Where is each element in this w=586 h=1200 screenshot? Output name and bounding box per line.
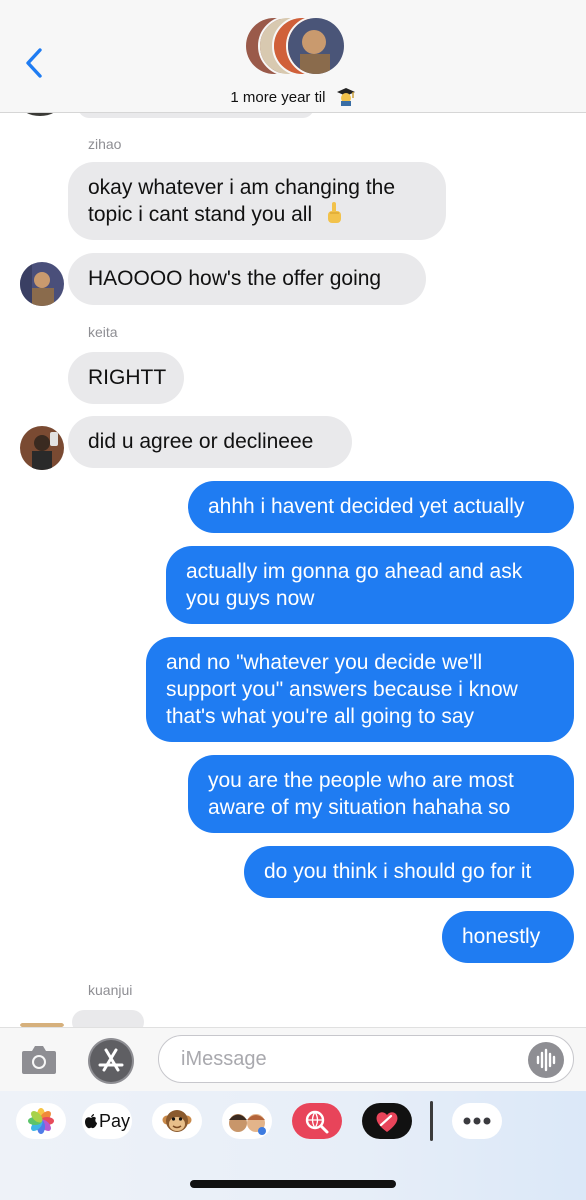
waveform-icon (536, 1048, 556, 1072)
message-composer (0, 1027, 586, 1092)
message-bubble-outgoing[interactable]: honestly (442, 911, 574, 963)
app-store-icon (90, 1040, 132, 1082)
avatar (20, 262, 64, 306)
apple-pay-label: Pay (98, 1110, 131, 1131)
message-bubble-incoming[interactable]: HAOOOO how's the offer going (68, 253, 426, 305)
digital-touch-button[interactable] (362, 1103, 412, 1139)
memoji-icon (229, 1114, 266, 1135)
message-text: did u agree or declineee (88, 430, 314, 453)
camera-icon (22, 1046, 56, 1074)
group-name-button[interactable]: 1 more year til (0, 86, 586, 106)
message-text: RIGHTT (88, 366, 167, 389)
more-icon (463, 1117, 491, 1125)
photos-app-button[interactable] (16, 1103, 66, 1139)
message-bubble-outgoing[interactable]: ahhh i havent decided yet actually (188, 481, 574, 533)
monkey-emoji-icon (162, 1110, 192, 1132)
message-text: aware of my situation hahaha so (208, 796, 511, 819)
audio-message-button[interactable] (528, 1042, 564, 1078)
message-bubble-outgoing[interactable]: actually im gonna go ahead and ask you g… (166, 546, 574, 624)
graduation-cap-icon (336, 88, 355, 106)
message-text: support you" answers because i know (166, 678, 518, 701)
home-indicator[interactable] (190, 1180, 396, 1188)
message-text: okay whatever i am changing the (88, 176, 396, 199)
message-text: do you think i should go for it (264, 860, 532, 883)
conversation-header: 1 more year til (0, 0, 586, 113)
message-text: HAOOOO how's the offer going (88, 267, 382, 290)
message-text: you are the people who are most (208, 769, 514, 792)
camera-button[interactable] (20, 1042, 58, 1076)
message-bubble-incoming[interactable]: RIGHTT (68, 352, 184, 404)
chat-transcript[interactable]: zihao okay whatever i am changing the to… (0, 0, 586, 1030)
web-search-button[interactable] (292, 1103, 342, 1139)
memoji-stickers-button[interactable] (222, 1103, 272, 1139)
message-text: and no "whatever you decide we'll (166, 651, 483, 674)
back-button[interactable] (20, 44, 50, 84)
message-bubble-outgoing[interactable]: you are the people who are most aware of… (188, 755, 574, 833)
message-text: honestly (462, 925, 541, 948)
photos-icon (28, 1108, 54, 1134)
app-store-button[interactable] (88, 1038, 134, 1084)
message-text: you guys now (186, 587, 315, 610)
message-text: that's what you're all going to say (166, 705, 475, 728)
group-avatar-stack[interactable] (240, 16, 350, 78)
message-bubble-outgoing[interactable]: and no "whatever you decide we'll suppor… (146, 637, 574, 742)
apple-pay-button[interactable]: Pay (82, 1103, 132, 1139)
message-bubble-incoming[interactable]: did u agree or declineee (68, 416, 352, 468)
heart-icon (362, 1103, 412, 1139)
app-drawer-divider (430, 1101, 433, 1141)
avatar (20, 426, 64, 470)
memoji-monkey-button[interactable] (152, 1103, 202, 1139)
message-text: ahhh i havent decided yet actually (208, 495, 525, 518)
chevron-left-icon (26, 48, 42, 78)
middle-finger-emoji-icon (327, 202, 341, 223)
message-input[interactable] (158, 1035, 574, 1083)
avatar (286, 16, 346, 76)
more-apps-button[interactable] (452, 1103, 502, 1139)
sender-name: zihao (88, 136, 122, 152)
message-bubble-incoming[interactable]: okay whatever i am changing the topic i … (68, 162, 446, 240)
message-bubble-outgoing[interactable]: do you think i should go for it (244, 846, 574, 898)
apple-logo-icon (84, 1114, 97, 1129)
sender-name: keita (88, 324, 118, 340)
group-name: 1 more year til (230, 89, 326, 106)
message-text: actually im gonna go ahead and ask (186, 560, 523, 583)
sender-name: kuanjui (88, 982, 133, 998)
globe-search-icon (292, 1103, 342, 1139)
message-text: topic i cant stand you all (88, 203, 313, 226)
